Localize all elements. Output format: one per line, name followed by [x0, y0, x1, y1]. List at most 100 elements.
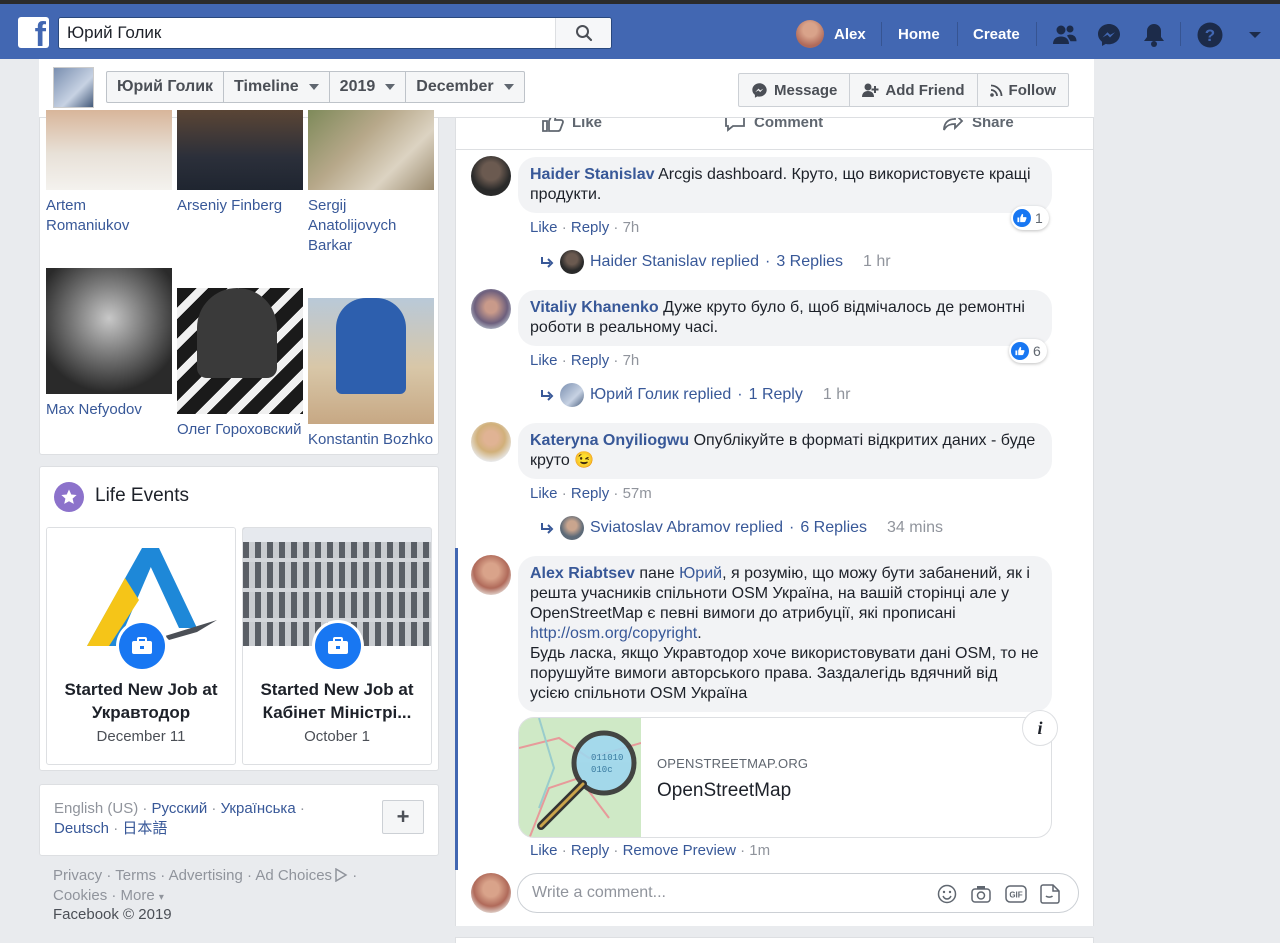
friend-photo[interactable] — [46, 268, 172, 394]
commenter-avatar[interactable] — [471, 422, 511, 462]
friend-photo[interactable] — [177, 288, 303, 414]
replies-thread-link[interactable]: Sviatoslav Abramov replied · 6 Replies 34… — [540, 516, 943, 540]
friend-requests-icon[interactable] — [1051, 21, 1079, 49]
help-icon[interactable]: ? — [1196, 21, 1224, 49]
reaction-count[interactable]: 1 — [1011, 206, 1049, 230]
language-option[interactable]: Українська — [221, 800, 296, 817]
messenger-icon[interactable] — [1095, 21, 1123, 49]
search-input[interactable] — [59, 18, 556, 48]
commenter-avatar[interactable] — [471, 555, 511, 595]
friend-name[interactable]: Arseniy Finberg — [177, 196, 303, 216]
current-user-avatar[interactable] — [471, 873, 511, 913]
friend-tile[interactable]: Artem Romaniukov — [46, 110, 172, 236]
camera-icon[interactable] — [970, 883, 992, 905]
friend-name[interactable]: Олег Гороховский — [177, 420, 303, 440]
info-icon[interactable]: i — [1022, 710, 1058, 746]
comment-author[interactable]: Alex Riabtsev — [530, 565, 635, 582]
comment-like-link[interactable]: Like — [530, 842, 558, 859]
friend-tile[interactable]: Max Nefyodov — [46, 268, 172, 420]
add-friend-button[interactable]: Add Friend — [850, 74, 978, 106]
top-navigation-bar: f Alex Home Create ? — [0, 0, 1280, 59]
friend-photo[interactable] — [46, 110, 172, 190]
replies-thread-link[interactable]: Haider Stanislav replied · 3 Replies 1 hr — [540, 250, 891, 274]
home-link[interactable]: Home — [898, 18, 940, 50]
link-preview-title[interactable]: OpenStreetMap — [657, 780, 791, 802]
life-event-tile[interactable]: Started New Job at Укравтодор December 1… — [46, 527, 236, 765]
friend-tile[interactable]: Олег Гороховский — [177, 268, 303, 440]
comment-reply-link[interactable]: Reply — [571, 842, 609, 859]
commenter-avatar[interactable] — [471, 156, 511, 196]
sticker-icon[interactable] — [1039, 883, 1061, 905]
remove-preview-link[interactable]: Remove Preview — [623, 842, 736, 859]
friend-photo[interactable] — [308, 298, 434, 424]
friend-photo[interactable] — [177, 110, 303, 190]
share-button[interactable]: Share — [942, 118, 1014, 132]
mention-link[interactable]: Юрий — [679, 565, 722, 582]
comment-meta: Like · Reply · 57m — [530, 485, 652, 502]
replies-thread-link[interactable]: Юрий Голик replied · 1 Reply 1 hr — [540, 383, 850, 407]
friend-tile[interactable]: Sergij Anatolijovych Barkar — [308, 110, 434, 256]
comment-like-link[interactable]: Like — [530, 485, 558, 502]
facebook-logo[interactable]: f — [18, 17, 49, 48]
notifications-bell-icon[interactable] — [1140, 21, 1168, 49]
profile-thumbnail[interactable] — [53, 67, 94, 108]
add-language-button[interactable]: + — [382, 800, 424, 834]
add-friend-icon — [862, 83, 879, 97]
friend-photo[interactable] — [308, 110, 434, 190]
like-button[interactable]: Like — [542, 118, 602, 132]
comment-button[interactable]: Comment — [724, 118, 823, 132]
commenter-avatar[interactable] — [471, 289, 511, 329]
breadcrumb-month-dropdown[interactable]: December — [406, 72, 523, 102]
friend-name[interactable]: Artem Romaniukov — [46, 196, 172, 236]
comment-like-link[interactable]: Like — [530, 219, 558, 236]
breadcrumb-profile-name[interactable]: Юрий Голик — [107, 72, 225, 102]
footer-link-more[interactable]: More — [121, 887, 155, 904]
profile-link[interactable]: Alex — [796, 18, 866, 50]
next-post-card-edge — [455, 937, 1094, 943]
new-comment-highlight — [455, 548, 458, 870]
comment-bubble: Alex Riabtsev пане Юрий, я розумію, що м… — [518, 556, 1052, 712]
comment-bubble: Kateryna Onyiliogwu Опублікуйте в формат… — [518, 423, 1052, 479]
emoji-icon[interactable] — [936, 883, 958, 905]
thumbs-up-icon — [542, 118, 564, 132]
search-button[interactable] — [555, 18, 611, 48]
comment-url-link[interactable]: http://osm.org/copyright — [530, 625, 697, 642]
language-option[interactable]: 日本語 — [122, 820, 167, 837]
friend-tile[interactable]: Arseniy Finberg — [177, 110, 303, 216]
breadcrumb-year-dropdown[interactable]: 2019 — [330, 72, 407, 102]
gif-icon[interactable]: GIF — [1005, 883, 1027, 905]
comment-author[interactable]: Vitaliy Khanenko — [530, 299, 659, 316]
footer-link-advertising[interactable]: Advertising — [169, 867, 243, 884]
comment-author[interactable]: Kateryna Onyiliogwu — [530, 432, 689, 449]
comment-reply-link[interactable]: Reply — [571, 219, 609, 236]
svg-text:?: ? — [1205, 26, 1215, 45]
create-link[interactable]: Create — [973, 18, 1020, 50]
language-option[interactable]: Русский — [152, 800, 208, 817]
footer-link-terms[interactable]: Terms — [115, 867, 156, 884]
link-preview-card[interactable]: 011010 010c OPENSTREETMAP.ORG OpenStreet… — [518, 717, 1052, 838]
follow-button[interactable]: Follow — [978, 74, 1069, 106]
friend-name[interactable]: Konstantin Bozhko — [308, 430, 434, 450]
comment-author[interactable]: Haider Stanislav — [530, 166, 655, 183]
comment-like-link[interactable]: Like — [530, 352, 558, 369]
language-option[interactable]: Deutsch — [54, 820, 109, 837]
friend-name[interactable]: Max Nefyodov — [46, 400, 172, 420]
rss-follow-icon — [989, 84, 1002, 97]
life-event-tile[interactable]: Started New Job at Кабінет Міністрі... O… — [242, 527, 432, 765]
friend-tile[interactable]: Konstantin Bozhko — [308, 268, 434, 450]
comment-composer: GIF — [517, 873, 1079, 913]
friend-name[interactable]: Sergij Anatolijovych Barkar — [308, 196, 434, 256]
comment-reply-link[interactable]: Reply — [571, 352, 609, 369]
language-selector-card: English (US) · Русский · Українська · De… — [39, 784, 439, 856]
account-menu-chevron-down-icon[interactable] — [1241, 21, 1269, 49]
comment-reply-link[interactable]: Reply — [571, 485, 609, 502]
breadcrumb-timeline-dropdown[interactable]: Timeline — [224, 72, 330, 102]
reaction-count[interactable]: 6 — [1009, 339, 1047, 363]
footer-link-privacy[interactable]: Privacy — [53, 867, 102, 884]
chevron-down-icon — [503, 84, 514, 90]
comment-time: 7h — [622, 352, 640, 369]
comment-input[interactable] — [532, 874, 912, 912]
footer-link-ad-choices[interactable]: Ad Choices — [255, 867, 332, 884]
footer-link-cookies[interactable]: Cookies — [53, 887, 107, 904]
message-button[interactable]: Message — [739, 74, 851, 106]
